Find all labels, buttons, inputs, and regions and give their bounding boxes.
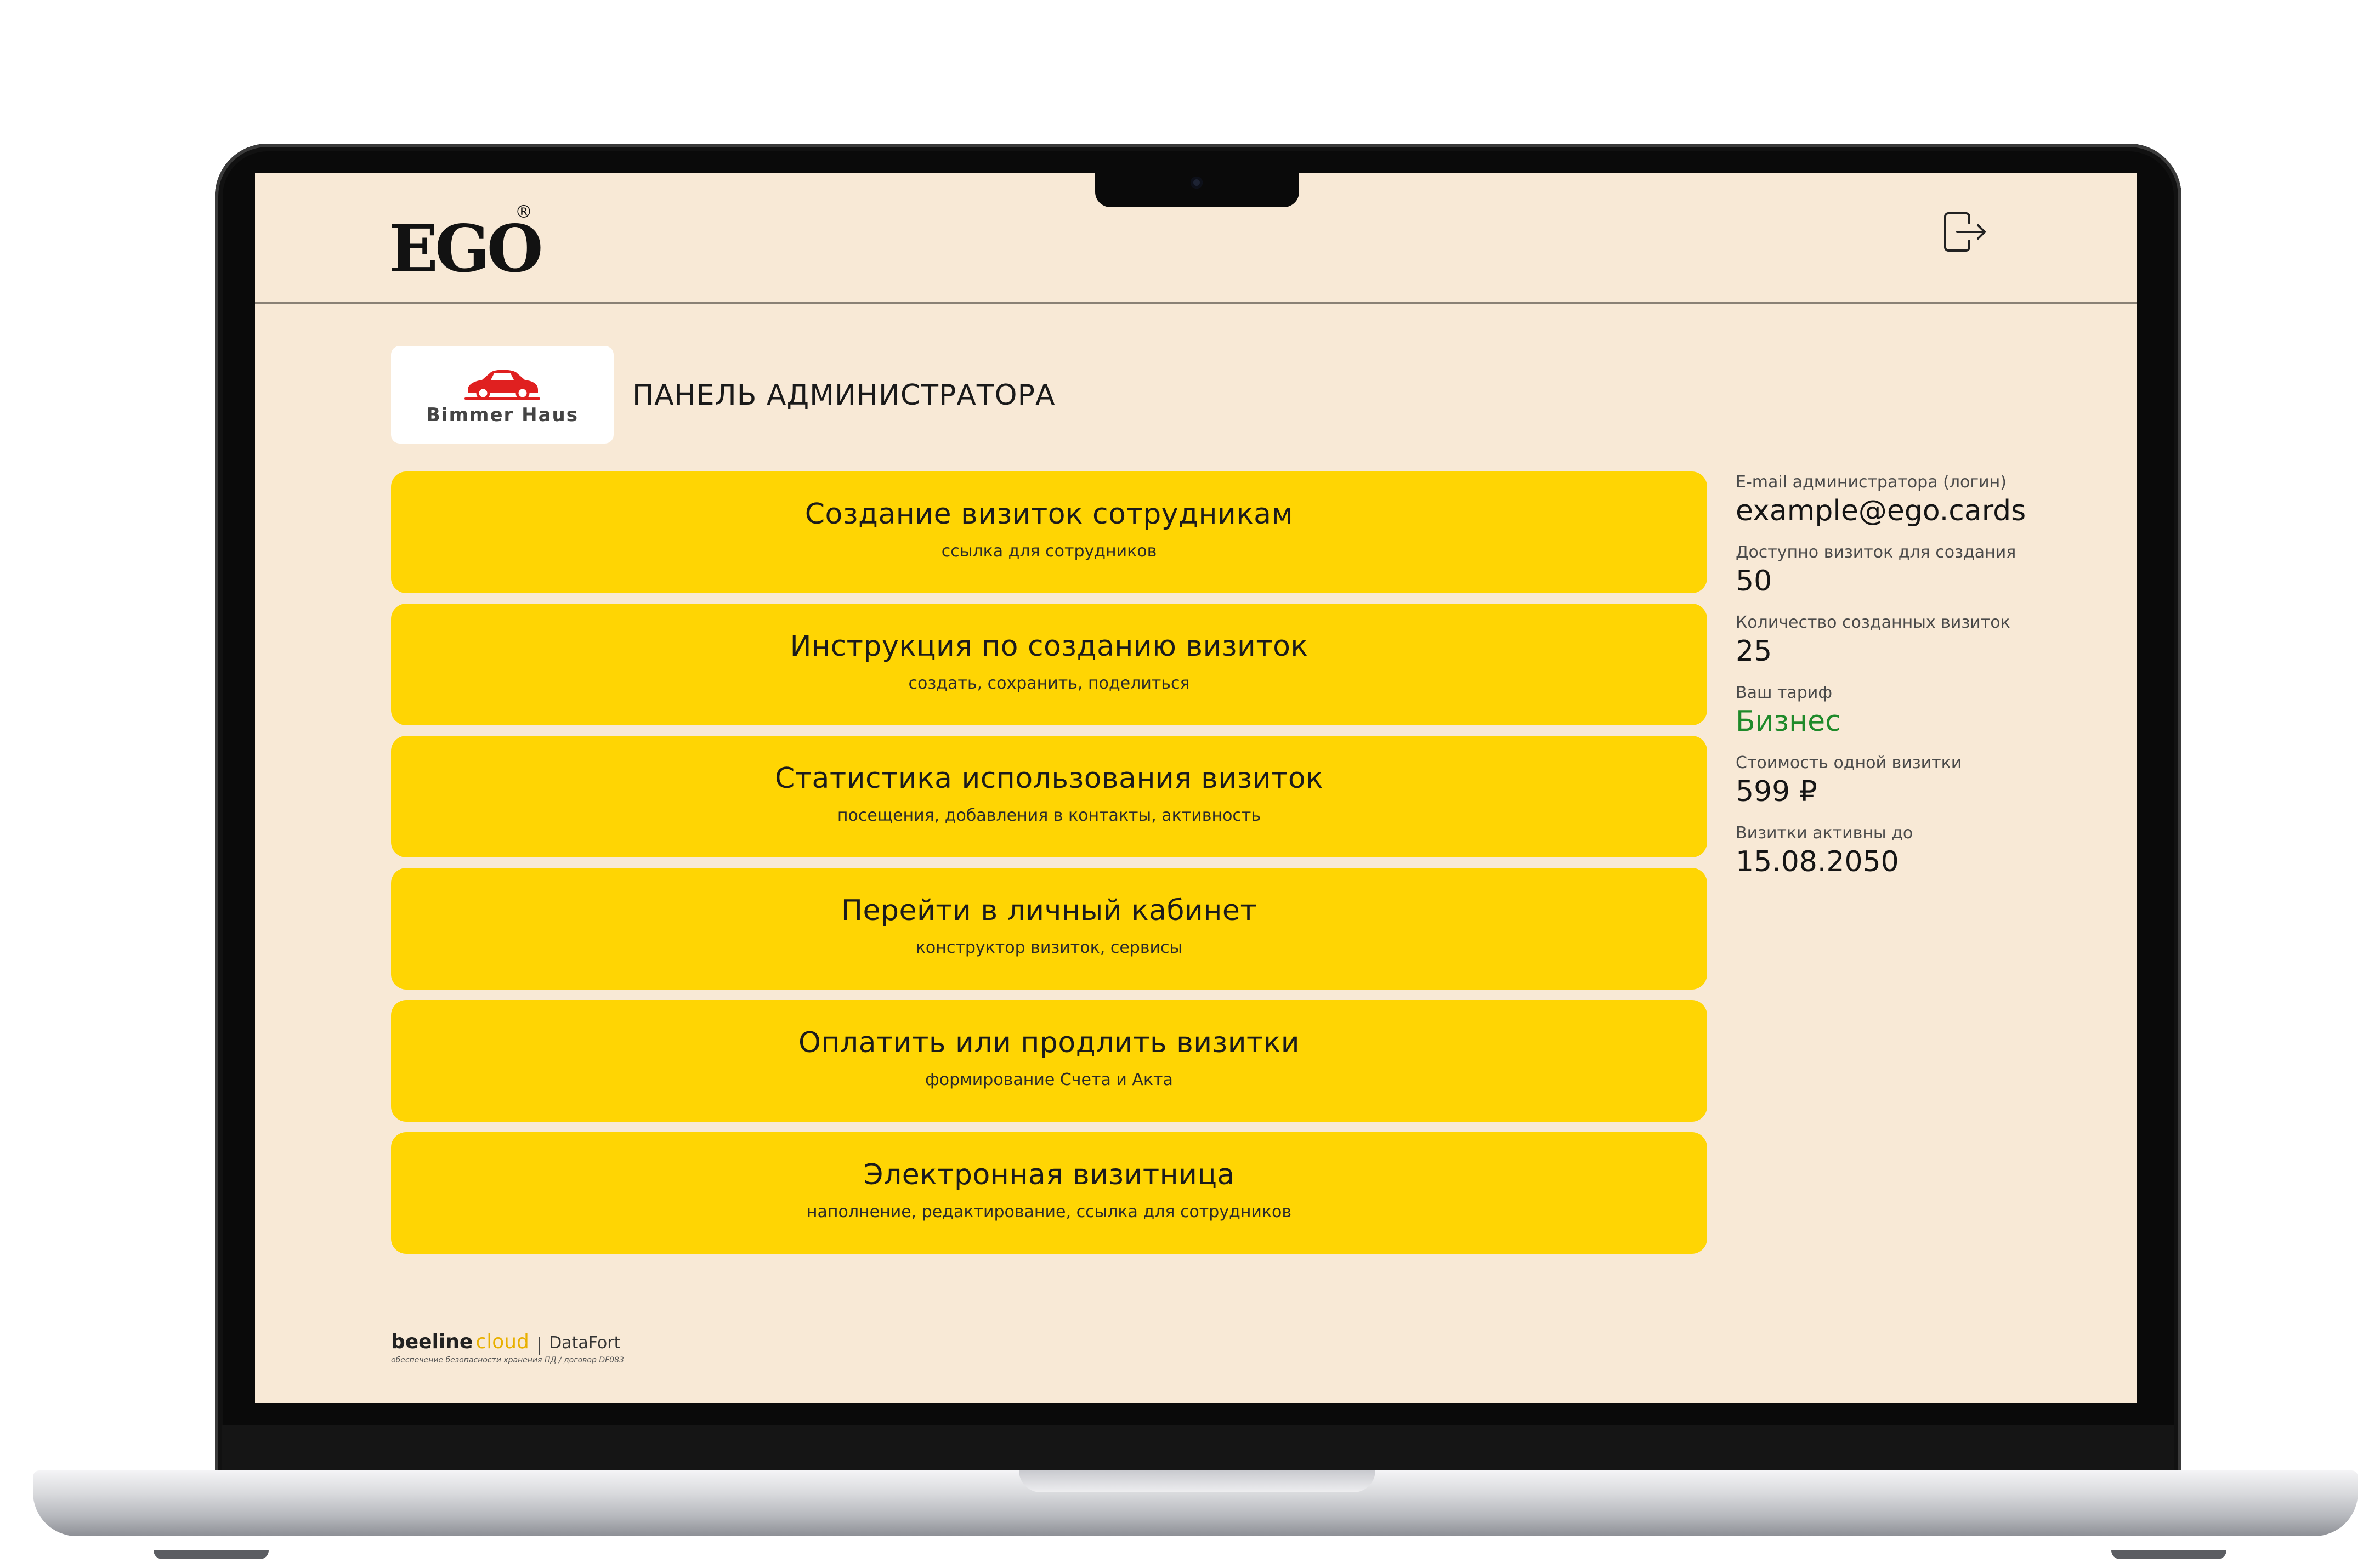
active-until-value: 15.08.2050 [1736, 845, 1899, 878]
registered-mark: ® [515, 201, 532, 222]
screen: EGO ® Bimmer Haus ПАНЕЛЬ АДМИНИСТРАТОРА … [255, 173, 2137, 1403]
price-value: 599 ₽ [1736, 775, 1817, 808]
company-name: Bimmer Haus [426, 404, 579, 426]
menu-card-card-holder[interactable]: Электронная визитница наполнение, редакт… [391, 1132, 1707, 1254]
menu-card-create-cards[interactable]: Создание визиток сотрудникам ссылка для … [391, 471, 1707, 593]
active-until-label: Визитки активны до [1736, 823, 1913, 843]
available-value: 50 [1736, 565, 1772, 598]
menu-card-payment[interactable]: Оплатить или продлить визитки формирован… [391, 1000, 1707, 1122]
ego-logo[interactable]: EGO [389, 217, 543, 281]
admin-menu: Создание визиток сотрудникам ссылка для … [391, 471, 1707, 1264]
email-label: E-mail администратора (логин) [1736, 473, 2007, 492]
card-title: Перейти в личный кабинет [841, 894, 1257, 927]
tariff-value: Бизнес [1736, 705, 1841, 738]
page-title: ПАНЕЛЬ АДМИНИСТРАТОРА [632, 379, 1056, 412]
laptop-foot-left [154, 1550, 269, 1559]
card-title: Статистика использования визиток [774, 762, 1324, 795]
beeline-label: beeline [391, 1331, 473, 1353]
footer-note: обеспечение безопасности хранения ПД / д… [391, 1355, 624, 1365]
cloud-label: cloud [475, 1331, 529, 1353]
company-logo: Bimmer Haus [391, 346, 614, 444]
tariff-label: Ваш тариф [1736, 683, 1833, 702]
card-title: Создание визиток сотрудникам [804, 498, 1294, 531]
car-icon [464, 370, 540, 400]
laptop-foot-right [2111, 1550, 2226, 1559]
card-title: Оплатить или продлить визитки [798, 1026, 1300, 1059]
card-title: Инструкция по созданию визиток [790, 630, 1308, 663]
laptop-opening-notch [1019, 1470, 1375, 1492]
menu-card-statistics[interactable]: Статистика использования визиток посещен… [391, 736, 1707, 857]
divider [539, 1337, 540, 1355]
card-title: Электронная визитница [863, 1158, 1235, 1191]
logout-icon [1944, 212, 1986, 252]
datafort-label: DataFort [549, 1333, 621, 1353]
logout-button[interactable] [1935, 204, 1990, 259]
account-info: E-mail администратора (логин) example@eg… [1736, 471, 2043, 893]
menu-card-personal-account[interactable]: Перейти в личный кабинет конструктор виз… [391, 868, 1707, 990]
created-label: Количество созданных визиток [1736, 613, 2010, 632]
footer-brand: beeline cloud DataFort обеспечение безоп… [391, 1331, 624, 1365]
email-value: example@ego.cards [1736, 495, 2026, 527]
camera-icon [1191, 177, 1203, 189]
card-subtitle: формирование Счета и Акта [925, 1070, 1173, 1089]
card-subtitle: конструктор визиток, сервисы [915, 938, 1183, 957]
menu-card-instructions[interactable]: Инструкция по созданию визиток создать, … [391, 604, 1707, 725]
card-subtitle: ссылка для сотрудников [941, 542, 1157, 561]
created-value: 25 [1736, 635, 1772, 668]
camera-notch [1095, 164, 1299, 207]
card-subtitle: посещения, добавления в контакты, активн… [837, 806, 1261, 825]
card-subtitle: создать, сохранить, поделиться [908, 674, 1190, 693]
laptop-chin [222, 1425, 2174, 1473]
price-label: Стоимость одной визитки [1736, 753, 1962, 772]
available-label: Доступно визиток для создания [1736, 543, 2016, 562]
card-subtitle: наполнение, редактирование, ссылка для с… [806, 1202, 1292, 1222]
